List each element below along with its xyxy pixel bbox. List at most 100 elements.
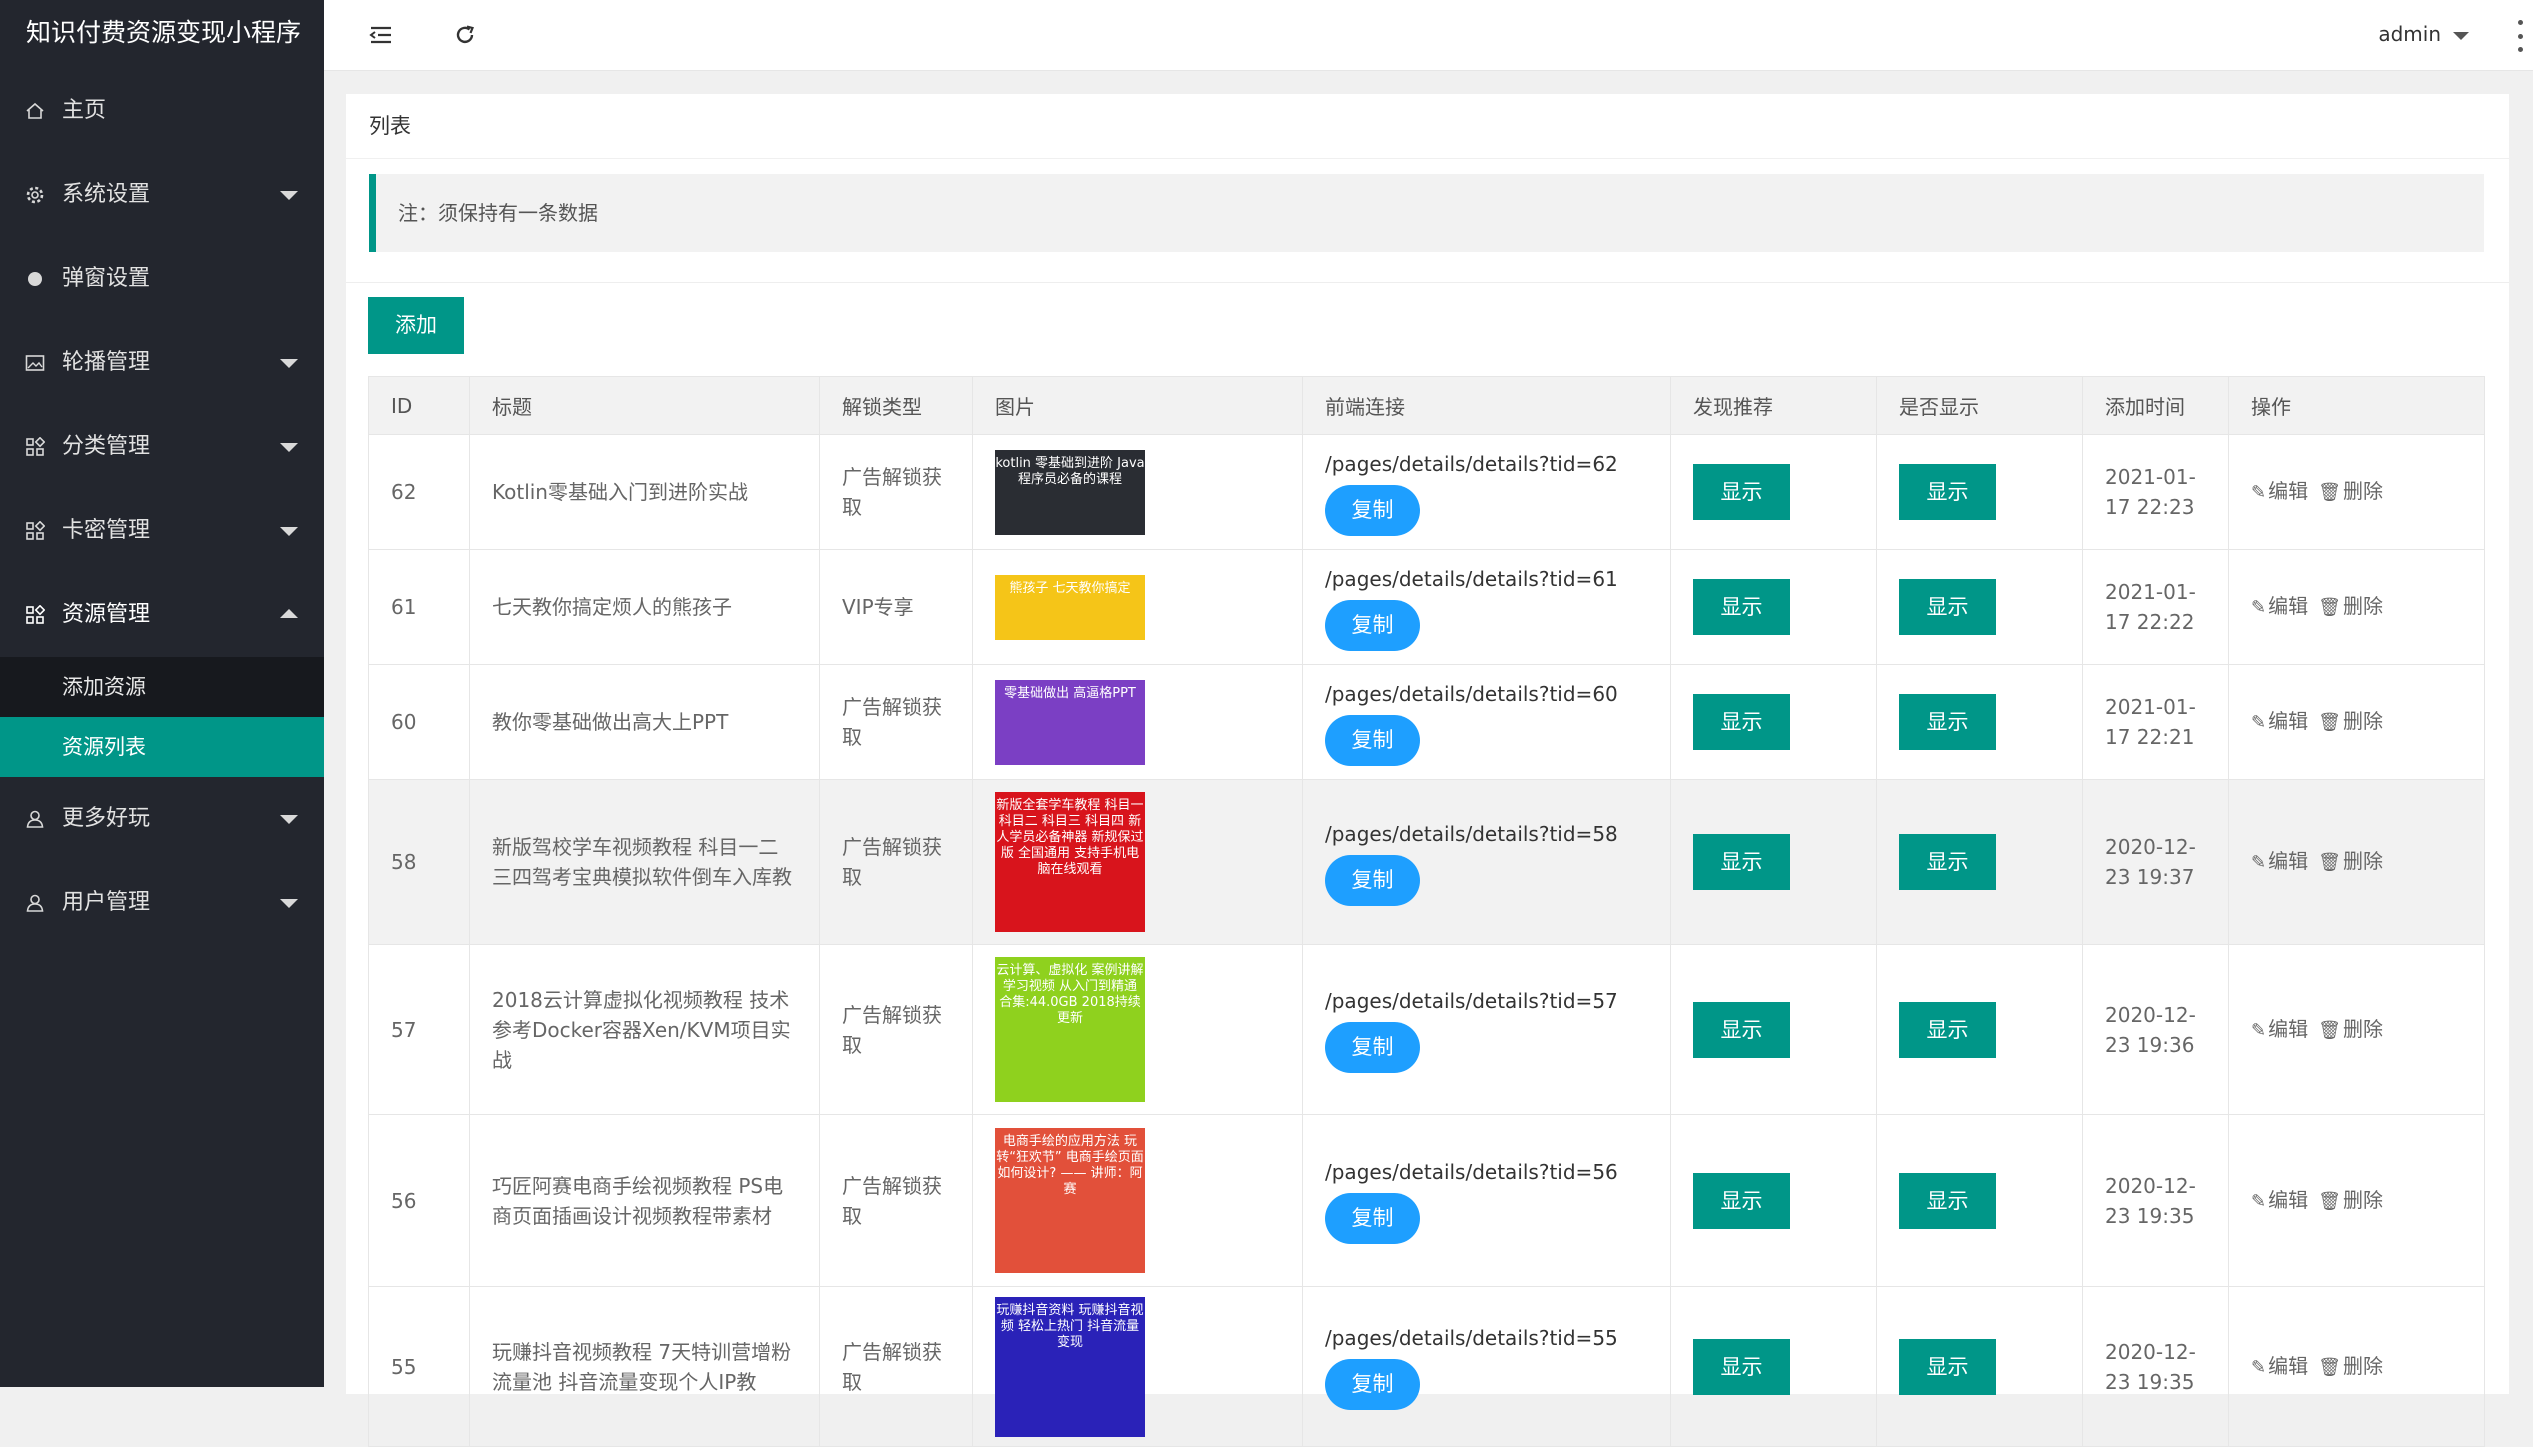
- recommend-toggle-button[interactable]: 显示: [1693, 1338, 1790, 1395]
- visible-toggle-button[interactable]: 显示: [1899, 1338, 1996, 1395]
- cell-actions: ✎ 编辑 🗑 删除: [2228, 944, 2485, 1115]
- table-header-row: ID 标题 解锁类型 图片 前端连接 发现推荐 是否显示 添加时间 操作: [368, 376, 2485, 435]
- user-menu[interactable]: admin: [2378, 0, 2469, 68]
- copy-button[interactable]: 复制: [1325, 484, 1420, 536]
- sidebar-item-users[interactable]: 用户管理: [0, 861, 324, 945]
- edit-action[interactable]: ✎ 编辑: [2251, 1017, 2308, 1041]
- visible-toggle-button[interactable]: 显示: [1899, 464, 1996, 520]
- sidebar-item-label: 更多好玩: [62, 806, 151, 831]
- visible-toggle-button[interactable]: 显示: [1899, 694, 1996, 750]
- sidebar-item-more-fun[interactable]: 更多好玩: [0, 777, 324, 861]
- visible-toggle-button[interactable]: 显示: [1899, 834, 1996, 890]
- edit-action[interactable]: ✎ 编辑: [2251, 709, 2308, 733]
- copy-button[interactable]: 复制: [1325, 854, 1420, 906]
- recommend-toggle-button[interactable]: 显示: [1693, 1001, 1790, 1058]
- link-text: /pages/details/details?tid=55: [1325, 1326, 1618, 1350]
- add-button[interactable]: 添加: [368, 297, 464, 354]
- cell-link: /pages/details/details?tid=55 复制: [1302, 1286, 1671, 1447]
- copy-button[interactable]: 复制: [1325, 1359, 1420, 1410]
- edit-action[interactable]: ✎ 编辑: [2251, 849, 2308, 873]
- edit-label: 编辑: [2268, 709, 2309, 733]
- recommend-toggle-button[interactable]: 显示: [1693, 1172, 1790, 1229]
- recommend-toggle-button[interactable]: 显示: [1693, 579, 1790, 635]
- delete-label: 删除: [2342, 1353, 2383, 1378]
- pencil-icon: ✎: [2251, 852, 2267, 873]
- visible-toggle-button[interactable]: 显示: [1899, 1172, 1996, 1229]
- cell-title: 巧匠阿赛电商手绘视频教程 PS电商页面插画设计视频教程带素材: [469, 1114, 820, 1287]
- refresh-icon[interactable]: [448, 18, 482, 52]
- cell-visible: 显示: [1876, 944, 2083, 1115]
- recommend-toggle-button[interactable]: 显示: [1693, 834, 1790, 890]
- col-time: 添加时间: [2082, 376, 2229, 435]
- link-text: /pages/details/details?tid=60: [1325, 681, 1618, 706]
- sidebar-nav-more: 更多好玩 用户管理: [0, 777, 324, 945]
- recommend-toggle-button[interactable]: 显示: [1693, 464, 1790, 520]
- cell-time: 2021-01-17 22:23: [2082, 434, 2229, 550]
- delete-action[interactable]: 🗑 删除: [2318, 479, 2383, 503]
- delete-action[interactable]: 🗑 删除: [2318, 709, 2383, 733]
- sidebar-item-carousel[interactable]: 轮播管理: [0, 321, 324, 405]
- chevron-up-icon: [280, 609, 298, 618]
- more-vertical-icon[interactable]: [2515, 20, 2525, 52]
- cell-link: /pages/details/details?tid=56 复制: [1302, 1114, 1671, 1287]
- sidebar-item-label: 主页: [62, 98, 107, 123]
- sidebar-item-popup-settings[interactable]: 弹窗设置: [0, 237, 324, 321]
- thumbnail-image: 熊孩子 七天教你搞定: [995, 574, 1145, 640]
- pencil-icon: ✎: [2251, 597, 2267, 618]
- visible-toggle-button[interactable]: 显示: [1899, 1001, 1996, 1058]
- sidebar-item-system-settings[interactable]: 系统设置: [0, 153, 324, 237]
- edit-action[interactable]: ✎ 编辑: [2251, 1354, 2308, 1378]
- sidebar-item-label: 系统设置: [62, 182, 151, 207]
- cell-unlock-type: 广告解锁获取: [819, 944, 973, 1115]
- col-recommend: 发现推荐: [1670, 376, 1877, 435]
- cell-visible: 显示: [1876, 1114, 2083, 1287]
- copy-button[interactable]: 复制: [1325, 1193, 1420, 1244]
- edit-action[interactable]: ✎ 编辑: [2251, 1188, 2308, 1212]
- edit-action[interactable]: ✎ 编辑: [2251, 479, 2308, 503]
- delete-action[interactable]: 🗑 删除: [2318, 594, 2383, 618]
- sidebar-subitem-resource-list[interactable]: 资源列表: [0, 717, 324, 777]
- copy-button[interactable]: 复制: [1325, 599, 1420, 651]
- delete-action[interactable]: 🗑 删除: [2318, 849, 2383, 873]
- sidebar-item-home[interactable]: 主页: [0, 69, 324, 153]
- cell-visible: 显示: [1876, 779, 2083, 945]
- delete-action[interactable]: 🗑 删除: [2318, 1354, 2383, 1378]
- cell-image: 熊孩子 七天教你搞定: [972, 549, 1303, 665]
- delete-action[interactable]: 🗑 删除: [2318, 1017, 2383, 1041]
- thumbnail-caption: kotlin 零基础到进阶 Java程序员必备的课程: [995, 455, 1145, 487]
- cell-actions: ✎ 编辑 🗑 删除: [2228, 549, 2485, 665]
- sidebar-item-category[interactable]: 分类管理: [0, 405, 324, 489]
- divider: [346, 282, 2509, 283]
- link-text: /pages/details/details?tid=58: [1325, 821, 1618, 846]
- user-icon: [24, 777, 46, 861]
- cell-unlock-type: 广告解锁获取: [819, 664, 973, 780]
- recommend-toggle-button[interactable]: 显示: [1693, 694, 1790, 750]
- delete-action[interactable]: 🗑 删除: [2318, 1188, 2383, 1212]
- col-title: 标题: [469, 376, 820, 435]
- cell-actions: ✎ 编辑 🗑 删除: [2228, 664, 2485, 780]
- menu-collapse-icon[interactable]: [364, 18, 398, 52]
- edit-action[interactable]: ✎ 编辑: [2251, 594, 2308, 618]
- dot-icon: [24, 237, 46, 321]
- copy-button[interactable]: 复制: [1325, 714, 1420, 766]
- copy-button[interactable]: 复制: [1325, 1022, 1420, 1073]
- pencil-icon: ✎: [2251, 1190, 2267, 1212]
- sidebar-item-resources[interactable]: 资源管理: [0, 573, 324, 657]
- cell-visible: 显示: [1876, 664, 2083, 780]
- link-text: /pages/details/details?tid=56: [1325, 1160, 1618, 1184]
- table-row: 58 新版驾校学车视频教程 科目一二三四驾考宝典模拟软件倒车入库教 广告解锁获取 新版…: [368, 779, 2485, 945]
- thumbnail-image: 云计算、虚拟化 案例讲解学习视频 从入门到精通 合集:44.0GB 2018持续…: [995, 957, 1145, 1102]
- cell-link: /pages/details/details?tid=61 复制: [1302, 549, 1671, 665]
- cell-image: kotlin 零基础到进阶 Java程序员必备的课程: [972, 434, 1303, 550]
- edit-label: 编辑: [2268, 1016, 2309, 1041]
- home-icon: [24, 69, 46, 153]
- sidebar-subitem-add-resource[interactable]: 添加资源: [0, 657, 324, 717]
- delete-label: 删除: [2342, 479, 2383, 503]
- col-unlock-type: 解锁类型: [819, 376, 973, 435]
- resource-table: ID 标题 解锁类型 图片 前端连接 发现推荐 是否显示 添加时间 操作 62 K…: [368, 376, 2485, 1447]
- cell-link: /pages/details/details?tid=57 复制: [1302, 944, 1671, 1115]
- sidebar-item-card-keys[interactable]: 卡密管理: [0, 489, 324, 573]
- visible-toggle-button[interactable]: 显示: [1899, 579, 1996, 635]
- sidebar-item-label: 卡密管理: [62, 518, 151, 543]
- sidebar-item-label: 资源管理: [62, 602, 151, 627]
